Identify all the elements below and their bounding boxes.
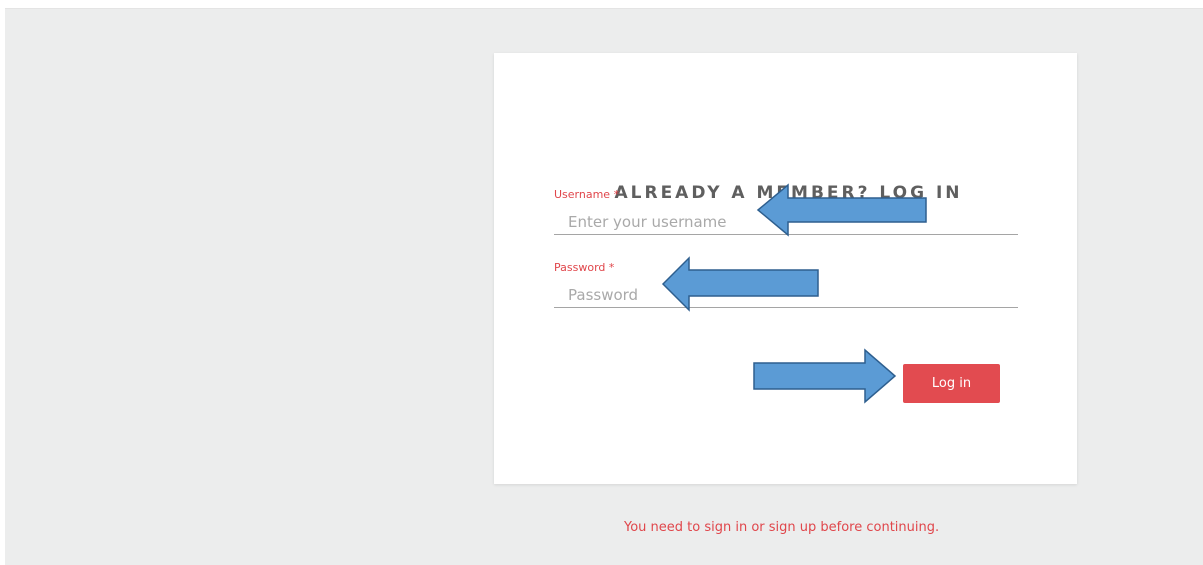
left-arrow-icon [661, 256, 819, 312]
right-arrow-icon [753, 348, 897, 404]
left-arrow-icon [756, 183, 927, 237]
sign-in-required-notice: You need to sign in or sign up before co… [624, 520, 940, 535]
password-label: Password * [554, 261, 615, 274]
page-background: ALREADY A MEMBER? LOG IN Username * Pass… [5, 8, 1203, 565]
login-button[interactable]: Log in [903, 364, 1000, 403]
username-label: Username * [554, 188, 620, 201]
